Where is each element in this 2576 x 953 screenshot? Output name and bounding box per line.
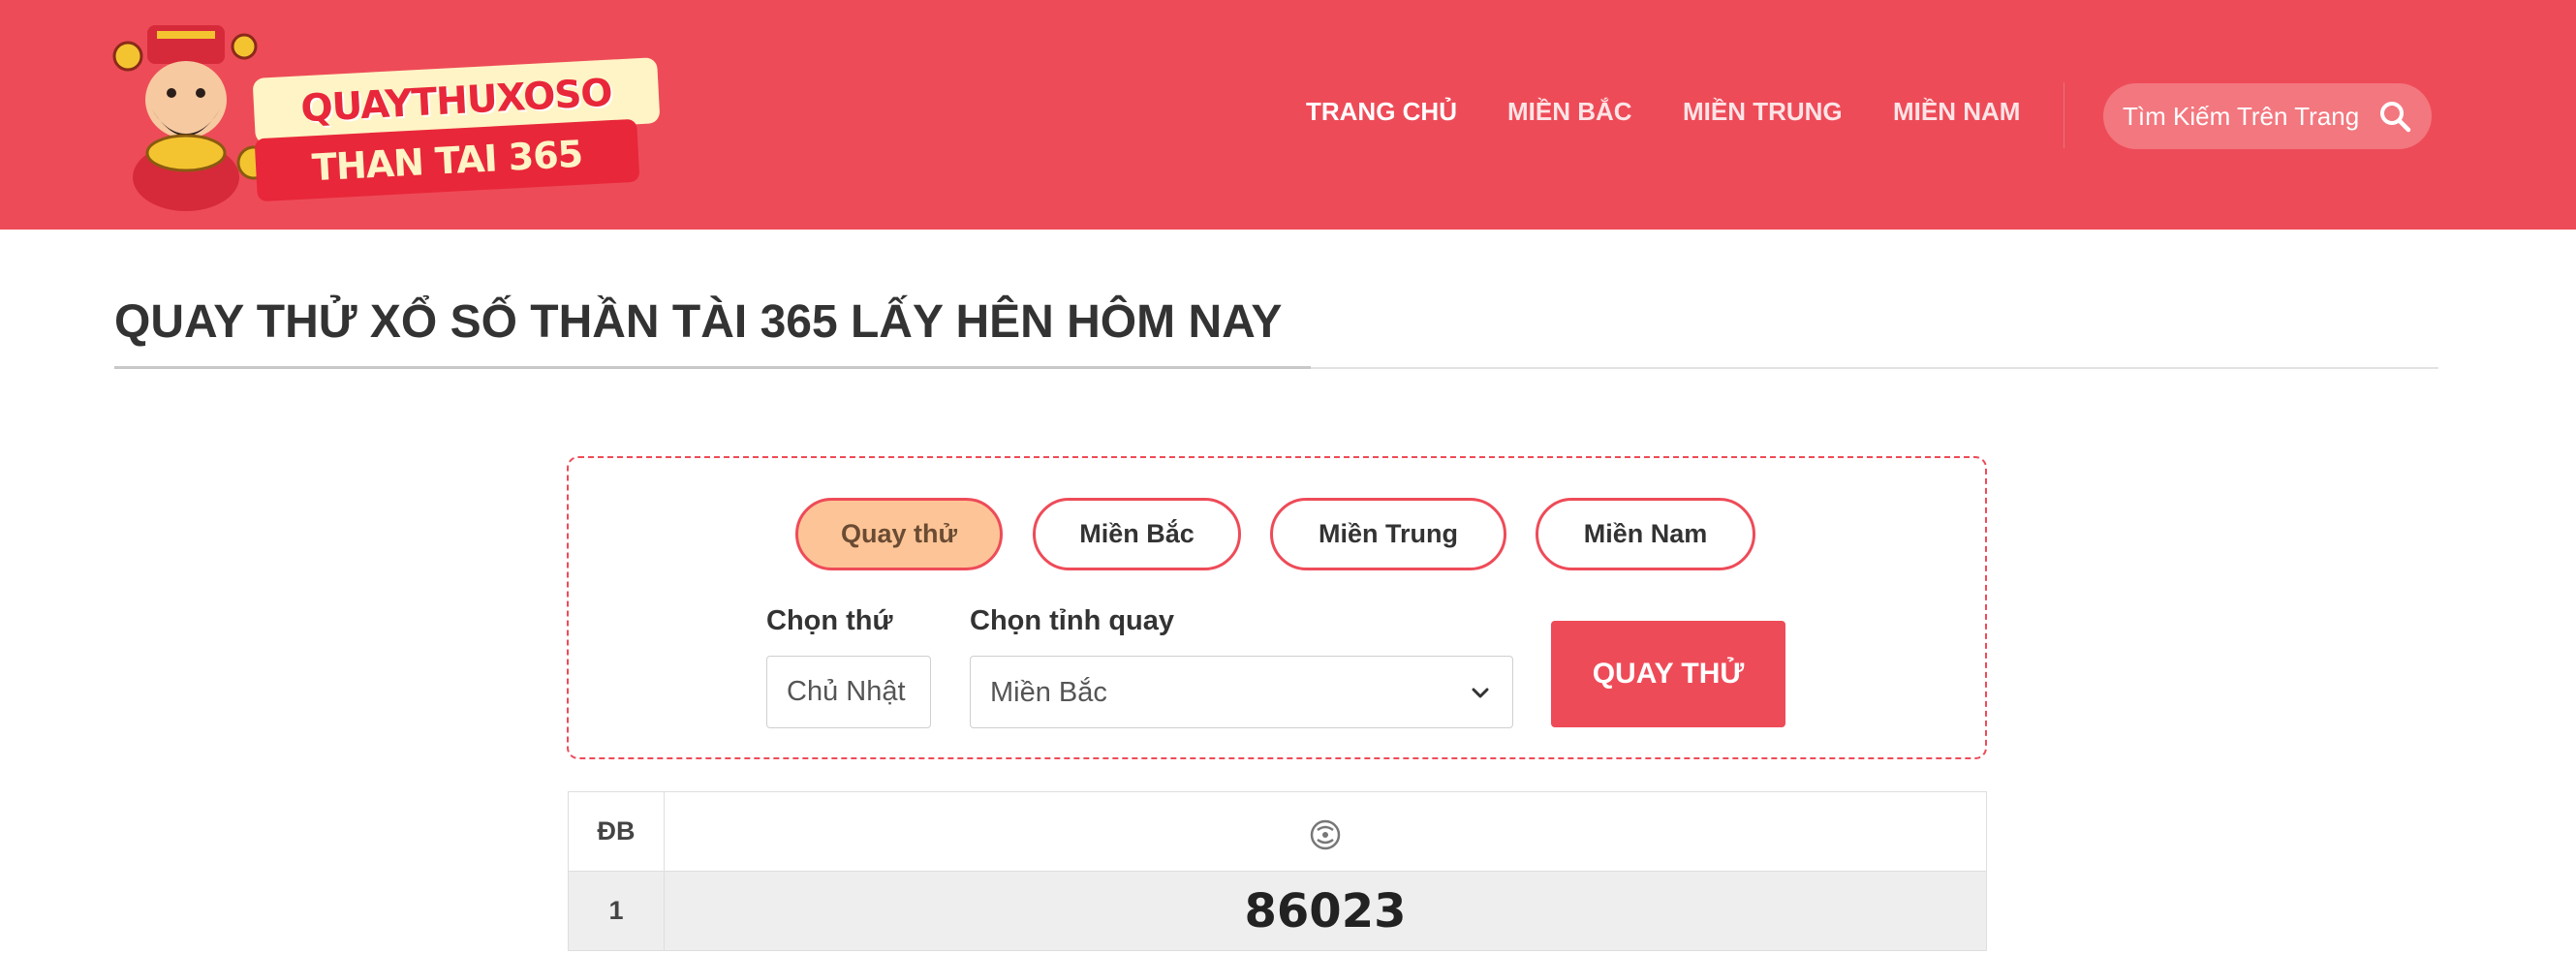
tab-mien-nam[interactable]: Miền Nam xyxy=(1536,498,1755,570)
tab-mien-trung[interactable]: Miền Trung xyxy=(1270,498,1506,570)
result-table: ĐB 1 86023 xyxy=(568,791,1987,951)
chevron-down-icon xyxy=(1472,688,1489,698)
search-input[interactable] xyxy=(2123,83,2365,149)
title-underline-accent xyxy=(114,366,1311,369)
spinner-icon xyxy=(1310,819,1341,849)
god-of-wealth-mascot-icon xyxy=(112,25,271,211)
prize-value-cell xyxy=(664,791,1987,872)
site-header: QUAYTHUXOSO THAN TAI 365 TRANG CHỦ MIỀN … xyxy=(0,0,2576,230)
page-title: QUAY THỬ XỔ SỐ THẦN TÀI 365 LẤY HÊN HÔM … xyxy=(114,296,1283,348)
province-label: Chọn tỉnh quay xyxy=(970,605,1175,636)
table-row: ĐB xyxy=(568,791,1987,872)
prize-value: 86023 xyxy=(664,871,1987,951)
nav-item-home[interactable]: TRANG CHỦ xyxy=(1306,97,1457,127)
search-box[interactable] xyxy=(2103,83,2432,149)
nav-item-mien-trung[interactable]: MIỀN TRUNG xyxy=(1683,97,1843,127)
nav-item-mien-bac[interactable]: MIỀN BẮC xyxy=(1507,97,1632,127)
prize-label: ĐB xyxy=(568,791,665,872)
tab-mien-bac[interactable]: Miền Bắc xyxy=(1033,498,1241,570)
day-field[interactable] xyxy=(766,656,931,728)
search-icon[interactable] xyxy=(2377,99,2412,134)
spin-button[interactable]: QUAY THỬ xyxy=(1551,621,1785,727)
day-label: Chọn thứ xyxy=(766,605,893,636)
site-logo[interactable]: QUAYTHUXOSO THAN TAI 365 xyxy=(109,17,661,211)
tab-quay-thu[interactable]: Quay thử xyxy=(795,498,1003,570)
nav-item-mien-nam[interactable]: MIỀN NAM xyxy=(1893,97,2020,127)
prize-label: 1 xyxy=(568,871,665,951)
table-row: 1 86023 xyxy=(568,871,1987,951)
province-select-value: Miền Bắc xyxy=(990,677,1107,708)
province-select[interactable]: Miền Bắc xyxy=(970,656,1513,728)
